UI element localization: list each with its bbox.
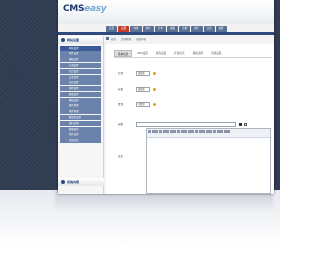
type-label: 分类 bbox=[118, 88, 124, 91]
sidebar: 网站设置 网站设置 附件设置 模板设置 分类设置 栏目设置 安全设置 会员设置 … bbox=[58, 36, 104, 194]
background-pattern-right bbox=[274, 0, 280, 190]
sidebar-item[interactable]: 分类设置 bbox=[60, 62, 101, 69]
tab-basic-info[interactable]: 基本信息 bbox=[114, 50, 133, 57]
toolbar-italic-icon[interactable] bbox=[173, 130, 177, 134]
editor-toolbar bbox=[147, 129, 270, 138]
logo-part-1: CMS bbox=[63, 4, 85, 14]
content-label: 正文 bbox=[118, 155, 124, 158]
sidebar-header: 网站设置 bbox=[58, 36, 103, 44]
toolbar-cut-icon[interactable] bbox=[159, 130, 163, 134]
sidebar-item[interactable]: 图片处理 bbox=[60, 120, 101, 126]
type-row: 分类 请选择 bbox=[118, 86, 156, 92]
toolbar-help-icon[interactable] bbox=[227, 130, 231, 134]
window-reflection bbox=[0, 190, 280, 270]
category-label: 栏目 bbox=[118, 72, 124, 75]
sidebar-item[interactable]: 系统信息 bbox=[60, 138, 101, 144]
toolbar-bold-icon[interactable] bbox=[169, 130, 173, 134]
sidebar-item[interactable]: 邮件设置 bbox=[60, 86, 101, 92]
sticky-select[interactable]: 不置顶 bbox=[136, 101, 150, 107]
sidebar-item[interactable]: 栏目设置 bbox=[60, 68, 101, 74]
toolbar-paste-icon[interactable] bbox=[166, 130, 170, 134]
sidebar-item[interactable]: 网站设置 bbox=[60, 45, 101, 51]
toolbar-image-icon[interactable] bbox=[198, 130, 202, 134]
breadcrumb-item-2[interactable]: 文章管理 bbox=[121, 37, 131, 41]
toolbar-color-icon[interactable] bbox=[212, 130, 216, 134]
toolbar-source-icon[interactable] bbox=[220, 130, 224, 134]
breadcrumb-item-1[interactable]: 首页 bbox=[111, 37, 116, 41]
background-pattern-left bbox=[0, 0, 60, 190]
sidebar-item[interactable]: 数据备份 bbox=[60, 126, 101, 132]
breadcrumb: 首页 文章管理 添加内容 bbox=[106, 36, 151, 41]
tab-template[interactable]: 模板选择 bbox=[190, 50, 206, 57]
category-row: 栏目 请选择 bbox=[118, 70, 156, 76]
sidebar-item[interactable]: 会员设置 bbox=[60, 80, 101, 86]
toolbar-preview-icon[interactable] bbox=[223, 130, 227, 134]
sidebar-item[interactable]: 附件设置 bbox=[60, 51, 101, 57]
toolbar-undo-icon[interactable] bbox=[151, 130, 155, 134]
type-select[interactable]: 请选择 bbox=[136, 86, 150, 92]
page-header: CMS easy bbox=[58, 0, 274, 24]
title-row: 标题 bbox=[118, 121, 247, 127]
sidebar-header-label: 网站设置 bbox=[67, 38, 80, 42]
sidebar-item[interactable]: 数据设置 bbox=[60, 91, 101, 98]
sidebar-item[interactable]: 模板设置 bbox=[60, 97, 101, 103]
toolbar-list-icon[interactable] bbox=[191, 130, 195, 134]
content-tabs: 基本信息 SEO设置 属性设置 扩展信息 模板选择 高级设置 bbox=[114, 50, 226, 57]
gear-icon bbox=[61, 38, 65, 42]
toolbar-fullscreen-icon[interactable] bbox=[216, 130, 220, 134]
logo-part-2: easy bbox=[84, 4, 107, 14]
tab-divider bbox=[114, 57, 272, 58]
tab-attributes[interactable]: 属性设置 bbox=[153, 50, 169, 57]
sidebar-menu: 网站设置 附件设置 模板设置 分类设置 栏目设置 安全设置 会员设置 邮件设置 … bbox=[58, 44, 103, 144]
nav-bar-strip bbox=[58, 32, 274, 35]
tab-extended[interactable]: 扩展信息 bbox=[171, 50, 187, 57]
toolbar-underline-icon[interactable] bbox=[177, 130, 181, 134]
sidebar-footer[interactable]: 系统内容 bbox=[58, 178, 104, 186]
toolbar-copy-icon[interactable] bbox=[162, 130, 166, 134]
category-select[interactable]: 请选择 bbox=[136, 70, 150, 76]
sidebar-item[interactable]: 缓存管理 bbox=[60, 103, 101, 109]
tab-advanced[interactable]: 高级设置 bbox=[208, 50, 224, 57]
toolbar-font-icon[interactable] bbox=[205, 130, 209, 134]
sidebar-item[interactable]: 数据库设置 bbox=[60, 114, 101, 121]
sidebar-item[interactable]: 安全设置 bbox=[60, 74, 101, 80]
title-input[interactable] bbox=[136, 121, 236, 127]
toolbar-size-icon[interactable] bbox=[209, 130, 213, 134]
toolbar-link-icon[interactable] bbox=[195, 130, 199, 134]
toolbar-table-icon[interactable] bbox=[202, 130, 206, 134]
toolbar-source-icon[interactable] bbox=[148, 130, 152, 134]
sidebar-item[interactable]: 附件设置 bbox=[60, 132, 101, 138]
color-picker-icon[interactable] bbox=[239, 122, 242, 126]
toolbar-align-left-icon[interactable] bbox=[180, 130, 184, 134]
help-icon[interactable] bbox=[153, 87, 156, 91]
rich-text-editor[interactable] bbox=[146, 128, 271, 194]
toolbar-align-right-icon[interactable] bbox=[187, 130, 191, 134]
home-icon bbox=[106, 37, 109, 40]
title-label: 标题 bbox=[118, 123, 124, 126]
tab-seo[interactable]: SEO设置 bbox=[134, 50, 151, 57]
sidebar-item[interactable]: 模板设置 bbox=[60, 57, 101, 63]
breadcrumb-item-3[interactable]: 添加内容 bbox=[136, 37, 146, 41]
cms-admin-window: CMS easy 首页 设置 内容 用户 订单 模板 功能 推广 日志 插件 首页… bbox=[58, 0, 274, 194]
sticky-label: 置顶 bbox=[118, 103, 124, 106]
help-icon[interactable] bbox=[153, 71, 156, 75]
sidebar-footer-label: 系统内容 bbox=[67, 180, 80, 184]
help-icon[interactable] bbox=[153, 102, 156, 106]
brand-logo[interactable]: CMS easy bbox=[63, 4, 107, 14]
toolbar-redo-icon[interactable] bbox=[155, 130, 159, 134]
toolbar-align-center-icon[interactable] bbox=[184, 130, 188, 134]
gear-icon bbox=[61, 180, 65, 184]
bold-toggle-icon[interactable] bbox=[244, 122, 247, 126]
main-content: 基本信息 SEO设置 属性设置 扩展信息 模板选择 高级设置 栏目 请选择 分类… bbox=[106, 44, 274, 194]
sidebar-item[interactable]: 附件管理 bbox=[60, 109, 101, 115]
sticky-row: 置顶 不置顶 bbox=[118, 101, 156, 107]
